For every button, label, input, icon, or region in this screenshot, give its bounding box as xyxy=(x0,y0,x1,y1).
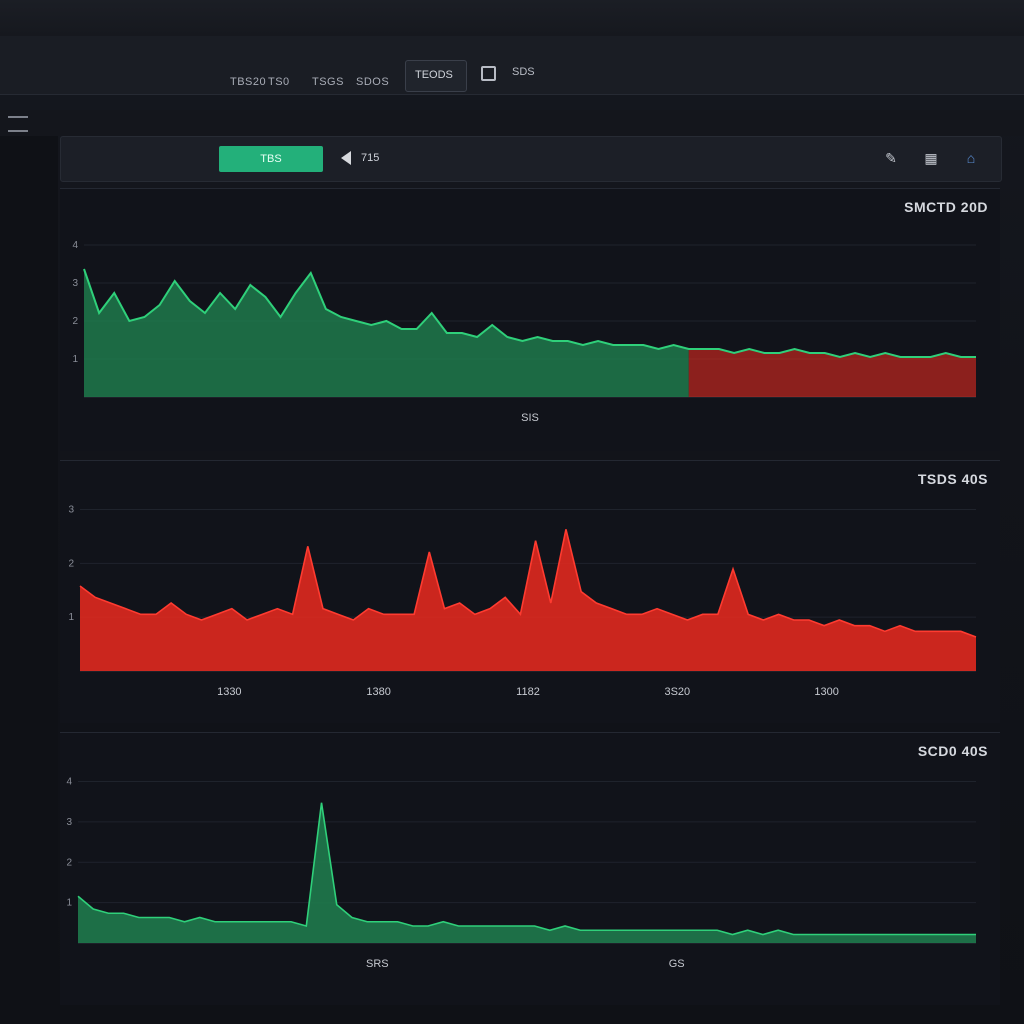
y-tick-label: 2 xyxy=(68,558,74,569)
window-titlebar xyxy=(0,0,1024,36)
y-tick-label: 2 xyxy=(72,316,78,327)
x-tick-label: 3S20 xyxy=(664,686,690,698)
side-rail xyxy=(0,136,58,1024)
menu-icon[interactable] xyxy=(8,116,28,132)
chart-panel-1: SMCTD 20D 1 2 3 4 SIS xyxy=(60,188,1000,451)
x-tick-label: 1300 xyxy=(814,686,838,698)
chart-2-svg: 1 2 3 1330 1380 1182 3S20 1300 xyxy=(68,505,977,698)
tab-sds-label[interactable]: SDS xyxy=(512,66,535,78)
y-tick-label: 4 xyxy=(66,777,72,788)
chart-panel-3: SCD0 40S 1 2 3 4 SRS GS xyxy=(60,732,1000,1005)
x-tick-label: 1182 xyxy=(516,686,540,698)
chart-toolbar: TBS 715 ✎ ▦ ⌂ xyxy=(60,136,1002,182)
x-tick-label: GS xyxy=(669,958,685,970)
subheader-bar xyxy=(0,110,1024,136)
series-area-green xyxy=(84,269,689,397)
back-arrow-icon[interactable] xyxy=(341,151,351,165)
checkbox-icon[interactable] xyxy=(481,66,496,81)
menu-item-2[interactable]: TS0 xyxy=(268,76,290,88)
menu-item-1[interactable]: TBS20 xyxy=(230,76,266,88)
series-line xyxy=(77,802,976,936)
chart-1-svg: 1 2 3 4 SIS xyxy=(72,240,976,424)
x-tick-label: 1330 xyxy=(217,686,241,698)
y-tick-label: 1 xyxy=(66,898,72,909)
y-tick-label: 1 xyxy=(68,612,74,623)
chart-panel-2: TSDS 40S 1 2 3 1330 1380 1182 3S20 1300 xyxy=(60,460,1000,723)
y-tick-label: 2 xyxy=(66,857,72,868)
user-icon[interactable]: ⌂ xyxy=(961,149,981,167)
x-tick-label: 1380 xyxy=(366,686,390,698)
y-tick-label: 3 xyxy=(66,817,72,828)
toolbar-value: 715 xyxy=(361,152,380,164)
app-screen: TBS20 TS0 TSGS SDOS TEODS SDS TBS 715 ✎ … xyxy=(0,0,1024,1024)
x-tick-label: SIS xyxy=(521,412,539,424)
y-tick-label: 3 xyxy=(72,278,78,289)
grid-icon[interactable]: ▦ xyxy=(921,149,941,167)
x-tick-label: SRS xyxy=(366,958,389,970)
tab-active-label: TEODS xyxy=(415,69,453,81)
y-tick-label: 4 xyxy=(72,240,78,251)
primary-action-button[interactable]: TBS xyxy=(219,146,323,172)
y-tick-label: 3 xyxy=(68,505,74,516)
series-area xyxy=(78,802,976,943)
tab-active[interactable]: TEODS xyxy=(405,60,467,92)
chart-3-svg: 1 2 3 4 SRS GS xyxy=(66,777,976,970)
y-tick-label: 1 xyxy=(72,354,78,365)
series-area xyxy=(80,529,976,671)
menu-item-4[interactable]: SDOS xyxy=(356,76,389,88)
menu-item-3[interactable]: TSGS xyxy=(312,76,344,88)
wrench-icon[interactable]: ✎ xyxy=(881,149,901,167)
